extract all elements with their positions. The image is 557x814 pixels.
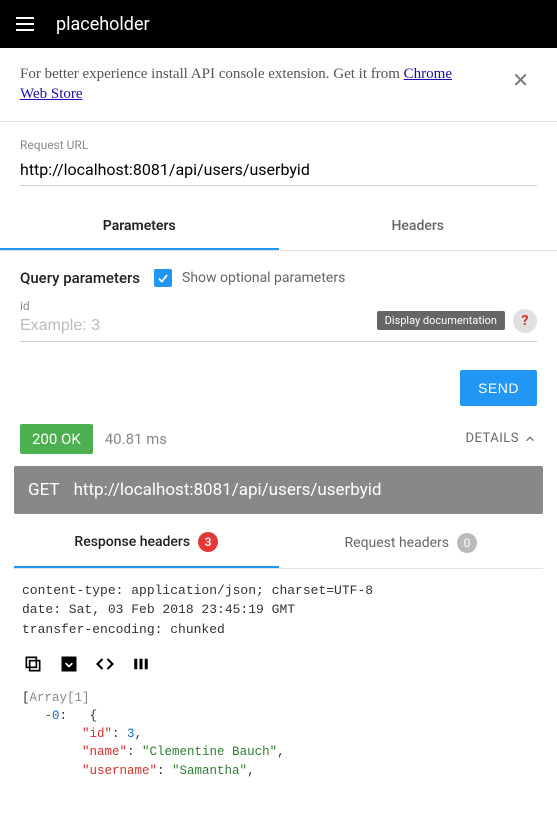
download-icon[interactable] bbox=[58, 653, 80, 675]
copy-icon[interactable] bbox=[22, 653, 44, 675]
tab-headers[interactable]: Headers bbox=[279, 204, 557, 250]
response-time: 40.81 ms bbox=[105, 430, 167, 448]
request-url-section: Request URL bbox=[0, 122, 557, 186]
response-headers-block: content-type: application/json; charset=… bbox=[0, 569, 557, 648]
app-header: placeholder bbox=[0, 0, 557, 48]
json-username-key: "username" bbox=[82, 764, 157, 778]
request-headers-count: 0 bbox=[457, 533, 477, 553]
query-params-title: Query parameters bbox=[20, 269, 140, 287]
json-id-val: 3 bbox=[127, 727, 135, 741]
extension-notice: For better experience install API consol… bbox=[0, 48, 557, 122]
param-header-tabs: Parameters Headers bbox=[0, 204, 557, 251]
send-row: SEND bbox=[0, 342, 557, 424]
details-label: DETAILS bbox=[465, 431, 519, 446]
json-id-key: "id" bbox=[82, 727, 112, 741]
request-url-label: Request URL bbox=[20, 138, 537, 152]
chevron-up-icon bbox=[523, 432, 537, 446]
json-name-val: "Clementine Bauch" bbox=[142, 745, 277, 759]
doc-tooltip: Display documentation bbox=[377, 311, 505, 330]
show-optional-checkbox[interactable] bbox=[154, 269, 172, 287]
show-optional-label: Show optional parameters bbox=[182, 270, 345, 286]
send-button[interactable]: SEND bbox=[460, 370, 537, 406]
response-toolbar bbox=[0, 647, 557, 685]
status-row: 200 OK 40.81 ms DETAILS bbox=[0, 424, 557, 462]
status-badge: 200 OK bbox=[20, 424, 93, 454]
param-id-row: id Display documentation ? bbox=[0, 295, 557, 342]
app-title: placeholder bbox=[56, 14, 150, 35]
json-index: 0 bbox=[52, 709, 60, 723]
request-headers-label: Request headers bbox=[345, 535, 449, 551]
response-body-json: [Array[1] -0: { "id": 3, "name": "Clemen… bbox=[0, 685, 557, 790]
request-url-display: http://localhost:8081/api/users/userbyid bbox=[74, 480, 382, 500]
notice-prefix: For better experience install API consol… bbox=[20, 66, 404, 82]
request-method: GET bbox=[28, 480, 60, 500]
columns-icon[interactable] bbox=[130, 653, 152, 675]
details-toggle[interactable]: DETAILS bbox=[465, 431, 537, 446]
help-icon[interactable]: ? bbox=[513, 309, 537, 333]
code-icon[interactable] bbox=[94, 653, 116, 675]
request-url-input[interactable] bbox=[20, 156, 537, 186]
response-headers-count: 3 bbox=[198, 532, 218, 552]
json-array-label: Array[1] bbox=[30, 691, 90, 705]
json-name-key: "name" bbox=[82, 745, 127, 759]
query-params-row: Query parameters Show optional parameter… bbox=[0, 251, 557, 295]
response-headers-label: Response headers bbox=[74, 534, 190, 550]
json-username-val: "Samantha" bbox=[172, 764, 247, 778]
notice-text: For better experience install API consol… bbox=[20, 64, 480, 105]
menu-icon[interactable] bbox=[16, 12, 40, 36]
response-tabs: Response headers 3 Request headers 0 bbox=[14, 518, 543, 569]
collapse-toggle[interactable]: - bbox=[45, 709, 53, 723]
tab-request-headers[interactable]: Request headers 0 bbox=[279, 518, 544, 568]
tab-response-headers[interactable]: Response headers 3 bbox=[14, 518, 279, 568]
close-icon[interactable]: ✕ bbox=[504, 64, 537, 97]
tab-parameters[interactable]: Parameters bbox=[0, 204, 279, 250]
request-summary-bar: GET http://localhost:8081/api/users/user… bbox=[14, 466, 543, 514]
